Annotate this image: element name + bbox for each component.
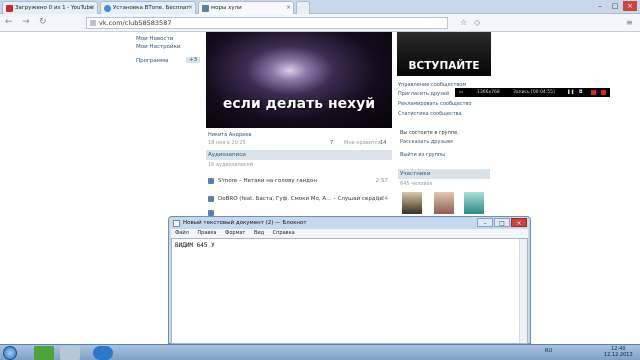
member-avatar[interactable] — [434, 192, 454, 214]
taskbar-app-icon[interactable] — [60, 346, 80, 360]
play-icon[interactable] — [208, 178, 214, 184]
audio-track[interactable]: DoBRO (feat. Баста, Гуф, Смоки Мо, A... … — [206, 194, 392, 204]
extension-icon[interactable]: ◇ — [474, 18, 480, 27]
recorder-size: 1366x768 — [477, 90, 500, 95]
menu-format[interactable]: Формат — [225, 230, 245, 236]
notepad-window: Новый текстовый документ (2) — Блокнот –… — [168, 216, 531, 344]
menu-stats[interactable]: Статистика сообщества — [398, 111, 462, 117]
group-avatar-image[interactable]: ВСТУПАЙТЕ — [397, 32, 491, 76]
close-icon[interactable]: × — [511, 218, 527, 227]
tab-vk[interactable]: моры хули × — [198, 1, 294, 14]
reload-icon[interactable]: ↻ — [39, 17, 47, 27]
start-button[interactable] — [3, 346, 17, 360]
audio-track[interactable]: S'more – Нетаки на голову гандон 2:57 — [206, 176, 392, 186]
member-status: Вы состоите в группе. — [400, 130, 459, 136]
close-icon[interactable]: × — [286, 2, 291, 14]
post-count: 14 — [380, 140, 387, 146]
play-icon[interactable] — [208, 196, 214, 202]
notepad-text-area[interactable]: ВИДИМ 645 У — [171, 238, 528, 344]
recorder-size-icon: ▭ — [459, 90, 464, 95]
taskbar-app-icon[interactable] — [93, 346, 113, 360]
post-date: 18 ноя в 20:25 — [208, 140, 246, 146]
url-text: vk.com/club58583587 — [99, 19, 172, 27]
track-title: S'more – Нетаки на голову гандон — [218, 178, 317, 184]
tell-friends-link[interactable]: Рассказать друзьям — [400, 139, 453, 145]
member-avatar[interactable] — [464, 192, 484, 214]
recorder-status: Запись [00:04:55] — [513, 90, 555, 95]
menu-invite[interactable]: Пригласить друзей — [398, 91, 449, 97]
back-arrow-icon[interactable]: ← — [5, 17, 13, 27]
post-share[interactable]: Мне нравится — [344, 140, 381, 146]
forward-arrow-icon[interactable]: → — [22, 17, 30, 27]
close-icon[interactable]: × — [90, 2, 95, 14]
bookmark-star-icon[interactable]: ☆ — [460, 18, 467, 27]
recorder-record-icon[interactable] — [601, 90, 606, 95]
member-avatar[interactable] — [402, 192, 422, 214]
members-header[interactable]: Участники — [398, 169, 490, 179]
close-icon[interactable]: × — [188, 2, 193, 14]
screen-recorder-bar[interactable]: ▭ 1366x768 Запись [00:04:55] ❚❚ ◘ — [455, 88, 610, 97]
new-tab-button[interactable] — [296, 1, 310, 14]
post-author[interactable]: Никита Андреев — [208, 132, 251, 138]
taskbar: RU 12:40 12.12.2013 — [0, 344, 640, 360]
recorder-stop-icon[interactable] — [591, 90, 596, 95]
maximize-icon[interactable]: □ — [494, 218, 510, 227]
settings-menu-icon[interactable]: ≡ — [626, 18, 633, 27]
tab-label: моры хули — [211, 5, 242, 11]
post-likes: 7 — [330, 140, 334, 146]
menu-help[interactable]: Справка — [273, 230, 295, 236]
audio-header[interactable]: Аудиозаписи — [206, 150, 392, 160]
clock[interactable]: 12:40 12.12.2013 — [604, 346, 633, 358]
vk-icon — [202, 5, 209, 12]
track-duration: 2:57 — [375, 178, 388, 184]
lang-indicator[interactable]: RU — [545, 348, 552, 354]
tab-vtope[interactable]: Установка ВТопе. Бесплат × — [100, 1, 196, 14]
minimize-icon[interactable]: – — [477, 218, 493, 227]
menu-file[interactable]: Файл — [175, 230, 189, 236]
leave-group-link[interactable]: Выйти из группы — [400, 152, 445, 158]
menu-advertise[interactable]: Рекламировать сообщество — [398, 101, 472, 107]
page-icon — [90, 20, 96, 26]
maximize-icon[interactable]: □ — [608, 1, 622, 11]
recorder-camera-icon[interactable]: ◘ — [579, 88, 583, 97]
tab-youtube[interactable]: Загружено 0 из 1 - YouTube × — [2, 1, 98, 14]
clock-date: 12.12.2013 — [604, 352, 633, 358]
members-count: 645 человек — [400, 181, 433, 187]
vtope-icon — [104, 5, 111, 12]
minimize-icon[interactable]: – — [593, 1, 607, 11]
browser-tab-bar: Загружено 0 из 1 - YouTube × Установка В… — [0, 0, 640, 14]
youtube-icon — [6, 5, 13, 12]
left-menu-settings[interactable]: Мои Настройки — [136, 44, 181, 50]
post-image[interactable]: если делать нехуй — [206, 32, 392, 128]
menu-edit[interactable]: Правка — [197, 230, 216, 236]
left-menu-program[interactable]: Программа — [136, 58, 168, 64]
menu-view[interactable]: Вид — [254, 230, 264, 236]
taskbar-app-icon[interactable] — [34, 346, 54, 360]
notepad-menubar: Файл Правка Формат Вид Справка — [171, 229, 528, 238]
notepad-content: ВИДИМ 645 У — [175, 242, 215, 249]
track-duration: 3:24 — [375, 196, 388, 202]
post-image-caption: если делать нехуй — [222, 96, 376, 112]
tab-label: Установка ВТопе. Бесплат — [113, 5, 190, 11]
track-title: DoBRO (feat. Баста, Гуф, Смоки Мо, A... … — [218, 196, 383, 202]
recorder-pause-icon[interactable]: ❚❚ — [567, 88, 575, 97]
notepad-icon — [173, 220, 180, 227]
close-window-icon[interactable]: × — [623, 1, 637, 11]
audio-count: 16 аудиозаписей — [208, 162, 254, 168]
tab-label: Загружено 0 из 1 - YouTube — [15, 5, 94, 11]
scrollbar[interactable] — [519, 239, 527, 343]
address-toolbar: ← → ↻ vk.com/club58583587 ☆ ◇ ≡ — [0, 14, 640, 32]
address-input[interactable]: vk.com/club58583587 — [86, 17, 448, 29]
notepad-titlebar[interactable]: Новый текстовый документ (2) — Блокнот — [171, 217, 529, 229]
notepad-title: Новый текстовый документ (2) — Блокнот — [183, 220, 307, 226]
group-avatar-caption: ВСТУПАЙТЕ — [408, 60, 480, 72]
left-menu-news[interactable]: Мои Новости — [136, 36, 173, 42]
left-menu-badge: +3 — [186, 57, 201, 63]
